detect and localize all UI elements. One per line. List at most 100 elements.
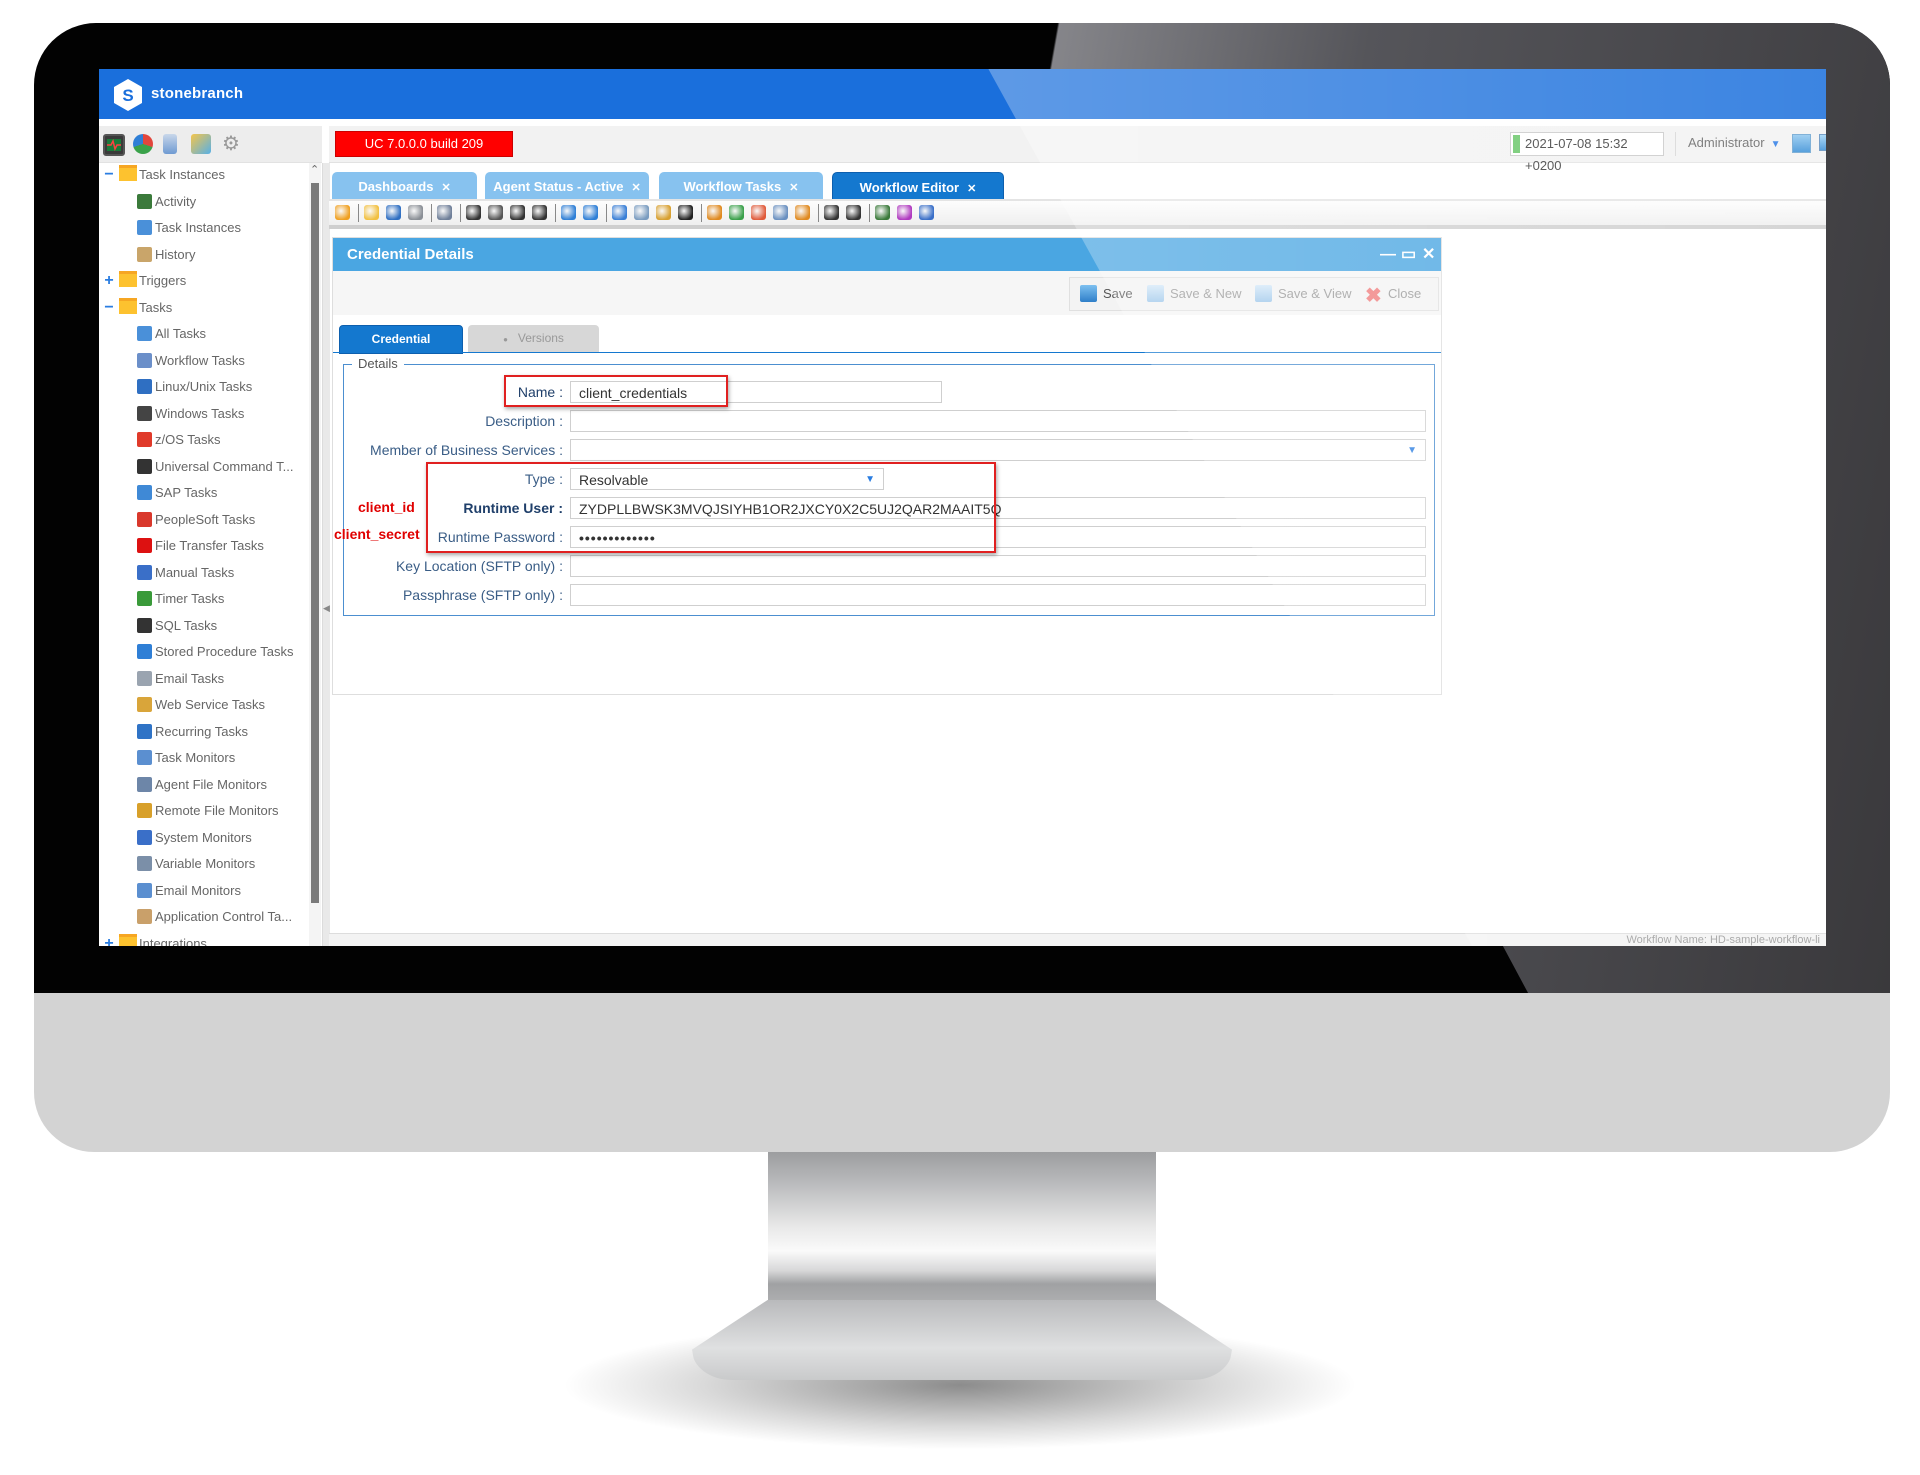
tree-item[interactable]: Linux/Unix Tasks — [137, 375, 252, 399]
tree-item[interactable]: SQL Tasks — [137, 614, 217, 638]
tree-item[interactable]: System Monitors — [137, 826, 252, 850]
gear-icon[interactable]: ⚙ — [221, 134, 241, 154]
tree-item[interactable]: Variable Monitors — [137, 852, 255, 876]
monitor-icon[interactable] — [919, 205, 934, 220]
tree-item[interactable]: Timer Tasks — [137, 587, 224, 611]
paste-icon[interactable] — [656, 205, 671, 220]
user-menu[interactable]: Administrator ▼ — [1675, 132, 1780, 156]
passphrase-input[interactable] — [570, 584, 1426, 606]
collapse-arrow-icon[interactable]: ◀ — [323, 603, 330, 614]
pie-chart-icon[interactable] — [133, 134, 153, 154]
tab-credential[interactable]: Credential — [339, 325, 463, 354]
tree-item-label: SAP Tasks — [155, 485, 218, 500]
tab-close-icon[interactable]: ✕ — [632, 182, 641, 194]
dialog-title-bar[interactable]: Credential Details — ▭ ✕ — [333, 238, 1441, 271]
expand-icon[interactable]: + — [101, 932, 117, 947]
copy-icon[interactable] — [634, 205, 649, 220]
tree-item[interactable]: Activity — [137, 190, 196, 214]
layout-horizontal-icon[interactable] — [824, 205, 839, 220]
layout-tree-icon[interactable] — [846, 205, 861, 220]
reports-icon[interactable] — [163, 134, 177, 154]
zoom-in-icon[interactable] — [729, 205, 744, 220]
tree-item[interactable]: PeopleSoft Tasks — [137, 508, 255, 532]
tree-item[interactable]: Windows Tasks — [137, 402, 244, 426]
expand-icon[interactable]: + — [101, 269, 117, 293]
sidebar-splitter[interactable]: ◀ — [322, 163, 330, 946]
minimize-icon[interactable]: — — [1380, 238, 1396, 271]
home-icon[interactable] — [1792, 134, 1811, 153]
tab-agent-status-active[interactable]: Agent Status - Active ✕ — [485, 172, 649, 199]
close-icon[interactable]: ✕ — [1422, 238, 1435, 271]
description-input[interactable] — [570, 410, 1426, 432]
undo-icon[interactable] — [561, 205, 576, 220]
tree-item-label: Email Tasks — [155, 670, 225, 686]
zoom-out-icon[interactable] — [751, 205, 766, 220]
save-and-new-button[interactable]: Save & New — [1147, 278, 1242, 310]
tab-workflow-editor[interactable]: Workflow Editor ✕ — [832, 172, 1004, 201]
zoom-reset-icon[interactable] — [795, 205, 810, 220]
print-icon[interactable] — [408, 205, 423, 220]
hand-pan-icon[interactable] — [488, 205, 503, 220]
tree-item[interactable]: Recurring Tasks — [137, 720, 248, 744]
tree-item[interactable]: Stored Procedure Tasks — [137, 640, 294, 664]
business-services-select[interactable]: ▼ — [570, 439, 1426, 461]
tree-item[interactable]: z/OS Tasks — [137, 428, 221, 452]
tree-item[interactable]: Email Monitors — [137, 879, 241, 903]
export-icon[interactable] — [875, 205, 890, 220]
properties-icon[interactable] — [897, 205, 912, 220]
save-icon[interactable] — [386, 205, 401, 220]
scroll-up-icon[interactable]: ⌃ — [310, 163, 319, 176]
redo-icon[interactable] — [583, 205, 598, 220]
tab-close-icon[interactable]: ✕ — [967, 183, 976, 195]
tree-item[interactable]: Agent File Monitors — [137, 773, 267, 797]
tree-item[interactable]: Manual Tasks — [137, 561, 234, 585]
close-button[interactable]: ✖ Close — [1365, 278, 1421, 310]
tree-item[interactable]: + Triggers — [101, 269, 186, 293]
tab-dashboards[interactable]: Dashboards ✕ — [332, 172, 477, 199]
open-folder-icon[interactable] — [364, 205, 379, 220]
up-arrow-icon[interactable] — [335, 205, 350, 220]
tab-close-icon[interactable]: ✕ — [789, 182, 798, 194]
elbow-connector-icon[interactable] — [510, 205, 525, 220]
pointer-icon[interactable] — [466, 205, 481, 220]
tree-item[interactable]: − Tasks — [101, 296, 172, 320]
activity-monitor-icon[interactable] — [103, 134, 125, 156]
tree-item[interactable]: Remote File Monitors — [137, 799, 279, 823]
tree-item[interactable]: File Transfer Tasks — [137, 534, 264, 558]
zoom-fit-icon[interactable] — [773, 205, 788, 220]
tree-scrollbar[interactable]: ⌃ — [309, 163, 321, 946]
desktop-icon[interactable] — [1819, 134, 1826, 151]
tree-item-label: Triggers — [139, 273, 187, 288]
collapse-icon[interactable]: − — [101, 163, 117, 187]
save-button[interactable]: Save — [1080, 278, 1133, 310]
tree-item[interactable]: History — [137, 243, 195, 267]
save-and-view-button[interactable]: Save & View — [1255, 278, 1351, 310]
tree-item-label: Web Service Tasks — [155, 697, 266, 712]
tab-close-icon[interactable]: ✕ — [441, 182, 450, 194]
bundles-icon[interactable] — [191, 134, 211, 154]
tree-item-label: Task Instances — [155, 220, 241, 235]
cut-icon[interactable] — [612, 205, 627, 220]
tab-workflow-tasks[interactable]: Workflow Tasks ✕ — [659, 172, 823, 199]
tab-versions[interactable]: ● Versions — [468, 325, 599, 352]
maximize-icon[interactable]: ▭ — [1401, 238, 1416, 271]
tree-item[interactable]: SAP Tasks — [137, 481, 217, 505]
tree-item[interactable]: All Tasks — [137, 322, 206, 346]
tree-item[interactable]: − Task Instances — [101, 163, 225, 187]
tree-item[interactable]: Universal Command T... — [137, 455, 293, 479]
straight-connector-icon[interactable] — [532, 205, 547, 220]
tree-item[interactable]: Task Instances — [137, 216, 241, 240]
zoom-icon[interactable] — [707, 205, 722, 220]
collapse-icon[interactable]: − — [101, 296, 117, 320]
scrollbar-thumb[interactable] — [311, 183, 319, 903]
tree-item[interactable]: + Integrations — [101, 932, 207, 947]
find-icon[interactable] — [437, 205, 452, 220]
tree-item[interactable]: Task Monitors — [137, 746, 235, 770]
tree-item[interactable]: Web Service Tasks — [137, 693, 265, 717]
key-location-input[interactable] — [570, 555, 1426, 577]
delete-icon[interactable] — [678, 205, 693, 220]
tree-item[interactable]: Workflow Tasks — [137, 349, 245, 373]
tree-item[interactable]: Email Tasks — [137, 667, 224, 691]
versions-dot-icon: ● — [503, 335, 508, 344]
tree-item[interactable]: Application Control Ta... — [137, 905, 292, 929]
